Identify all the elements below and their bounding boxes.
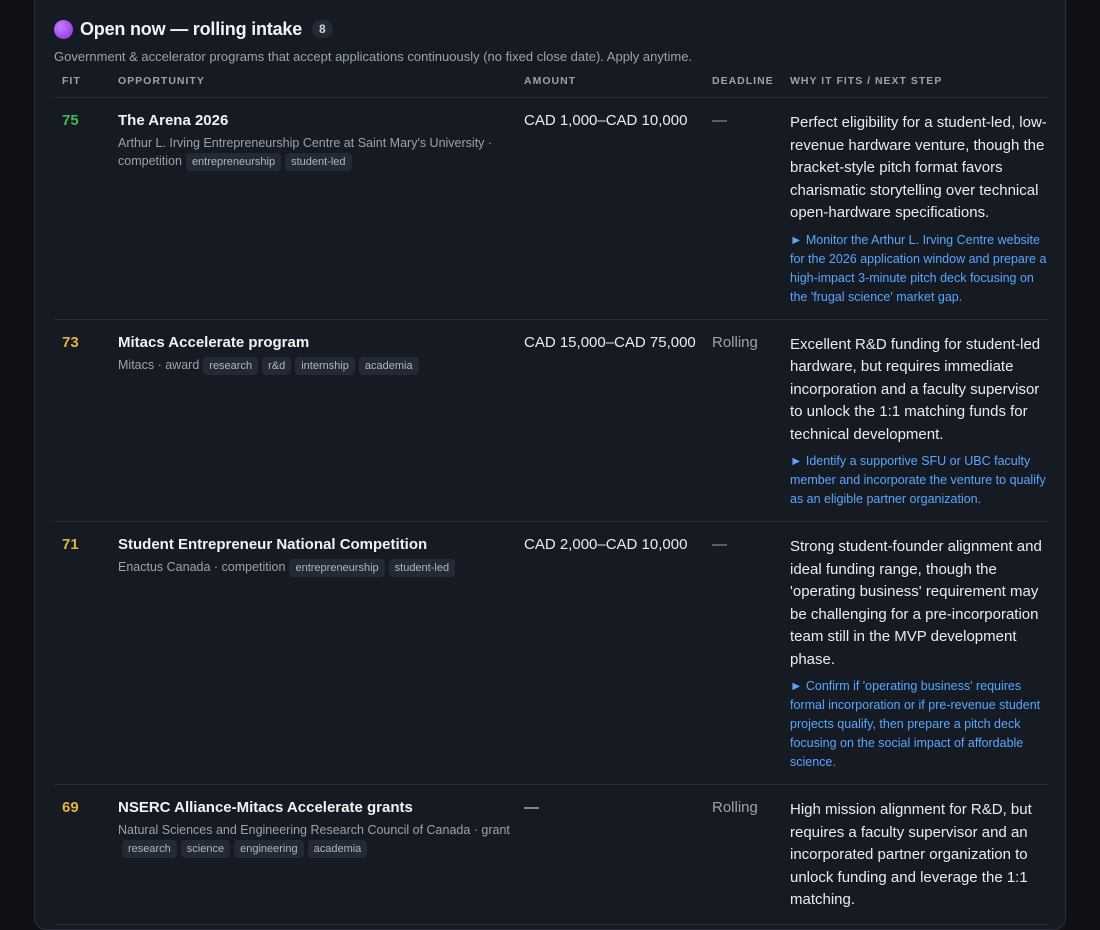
tag: student-led (388, 559, 456, 577)
opportunity-meta: Mitacs · award research r&d internship acade… (118, 356, 524, 375)
tag: science (180, 840, 231, 858)
amount: CAD 1,000–CAD 10,000 (524, 112, 688, 129)
amount: CAD 2,000–CAD 10,000 (524, 536, 688, 553)
why-it-fits: Perfect eligibility for a student-led, l… (790, 114, 1047, 221)
fit-score: 71 (62, 536, 79, 553)
amount: — (524, 799, 539, 816)
opportunity-name[interactable]: Student Entrepreneur National Competitio… (118, 536, 524, 553)
table-row[interactable]: 75 The Arena 2026 Arthur L. Irving Entre… (54, 97, 1048, 320)
deadline: Rolling (712, 799, 758, 816)
opportunity-name[interactable]: Mitacs Accelerate program (118, 334, 524, 351)
deadline: Rolling (712, 333, 758, 351)
tag: entrepreneurship (185, 153, 282, 171)
table-row[interactable]: 71 Student Entrepreneur National Competi… (54, 521, 1048, 785)
column-header-why: WHY IT FITS / NEXT STEP (790, 75, 1048, 98)
column-header-deadline[interactable]: DEADLINE (712, 75, 790, 98)
tag: research (122, 840, 177, 858)
table-body: 75 The Arena 2026 Arthur L. Irving Entre… (54, 97, 1048, 925)
column-header-opportunity[interactable]: OPPORTUNITY (118, 75, 524, 98)
tag: academia (358, 356, 419, 375)
rolling-intake-panel: Open now — rolling intake 8 Government &… (34, 0, 1066, 930)
column-header-fit[interactable]: FIT (54, 75, 118, 98)
opportunity-meta: Natural Sciences and Engineering Researc… (118, 821, 524, 858)
section-header: Open now — rolling intake 8 Government &… (54, 18, 1046, 64)
count-badge: 8 (312, 20, 333, 38)
fit-score: 69 (62, 799, 79, 816)
organization-type: Mitacs · award (118, 357, 200, 372)
opportunity-meta: Arthur L. Irving Entrepreneurship Centre… (118, 134, 524, 171)
table-row[interactable]: 73 Mitacs Accelerate program Mitacs · aw… (54, 319, 1048, 522)
tag: engineering (234, 840, 304, 858)
tag: academia (307, 840, 368, 858)
section-title: Open now — rolling intake (80, 18, 303, 39)
organization-type: Enactus Canada · competition (118, 560, 286, 574)
deadline: — (712, 536, 727, 553)
organization-type: Natural Sciences and Engineering Researc… (118, 823, 510, 837)
fit-score: 73 (62, 333, 79, 351)
fit-score: 75 (62, 112, 79, 129)
opportunity-meta: Enactus Canada · competition entrepreneur… (118, 558, 524, 577)
next-step: ► Confirm if 'operating business' requir… (790, 679, 1041, 769)
opportunity-name[interactable]: NSERC Alliance-Mitacs Accelerate grants (118, 799, 524, 816)
why-it-fits: High mission alignment for R&D, but requ… (790, 801, 1032, 908)
why-it-fits: Excellent R&D funding for student-led ha… (790, 335, 1041, 443)
table-row[interactable]: 69 NSERC Alliance-Mitacs Accelerate gran… (54, 784, 1048, 925)
tag: r&d (262, 356, 292, 375)
tag: entrepreneurship (289, 559, 385, 577)
opportunities-table: FIT OPPORTUNITY AMOUNT DEADLINE WHY IT F… (54, 75, 1048, 925)
next-step: ► Identify a supportive SFU or UBC facul… (790, 454, 1046, 506)
deadline: — (712, 112, 727, 129)
tag: internship (295, 356, 355, 375)
section-subtitle: Government & accelerator programs that a… (54, 49, 693, 64)
tag: student-led (285, 153, 352, 171)
next-step: ► Monitor the Arthur L. Irving Centre we… (790, 232, 1047, 304)
column-header-amount[interactable]: AMOUNT (524, 75, 712, 98)
amount: CAD 15,000–CAD 75,000 (524, 333, 696, 351)
tag: research (203, 356, 259, 375)
opportunity-name[interactable]: The Arena 2026 (118, 112, 524, 129)
purple-circle-icon (54, 19, 73, 39)
why-it-fits: Strong student-founder alignment and ide… (790, 538, 1042, 668)
